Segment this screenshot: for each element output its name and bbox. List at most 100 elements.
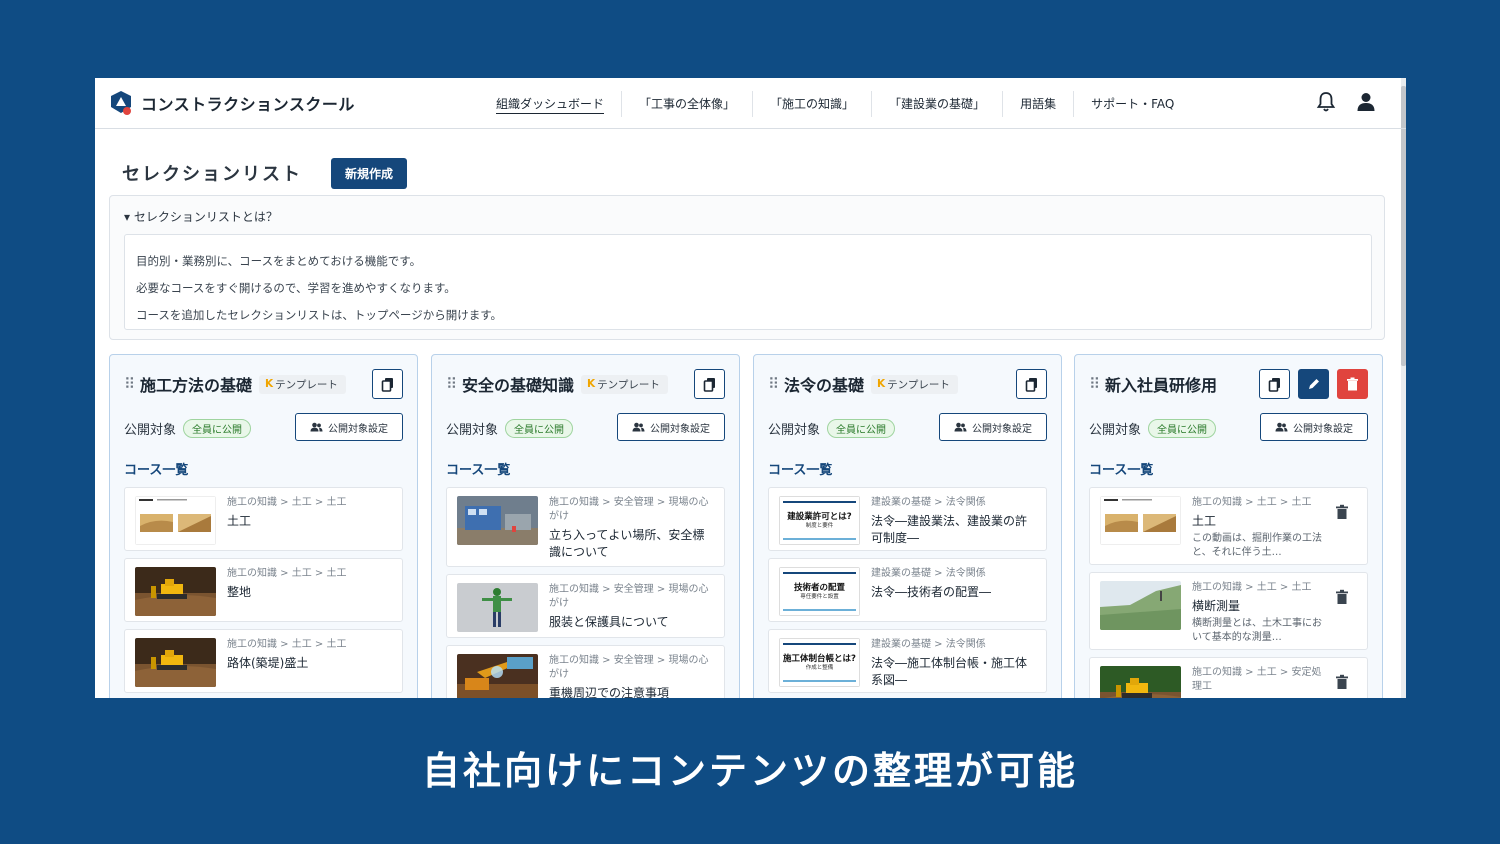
course-breadcrumb: 施工の知識 > 安全管理 > 現場の心がけ (549, 655, 709, 680)
remove-course-icon[interactable] (1335, 504, 1349, 520)
course-item[interactable]: 施工体制台帳とは? 作成と整備 建設業の基礎 > 法令関係 法令―施工体制台帳・施工体… (768, 629, 1047, 693)
nav-glossary[interactable]: 用語集 (1003, 90, 1075, 117)
course-thumbnail (135, 567, 216, 616)
visibility-label: 公開対象 (1089, 422, 1142, 438)
copy-icon (1025, 377, 1037, 392)
delete-list-button[interactable] (1337, 369, 1368, 399)
user-icon[interactable] (1356, 91, 1376, 113)
visibility-row: 公開対象 全員に公開 公開対象設定 (110, 413, 417, 443)
card-actions (694, 369, 725, 399)
card-title: 法令の基礎 (784, 376, 865, 395)
course-breadcrumb: 施工の知識 > 安全管理 > 現場の心がけ (549, 584, 709, 609)
course-thumbnail (457, 654, 538, 698)
card-actions (1259, 369, 1368, 399)
thumb-subtitle: 制度と要件 (805, 523, 834, 529)
course-breadcrumb: 施工の知識 > 土工 > 土工 (227, 568, 347, 579)
caption: 自社向けにコンテンツの整理が可能 (421, 749, 1078, 793)
visibility-label: 公開対象 (124, 422, 177, 438)
selection-card: ⠿ 施工方法の基礎 K テンプレート 公開対象 全員に公開 公開対象設定 コース一覧 施工の知識… (109, 354, 418, 698)
visibility-settings-button[interactable]: 公開対象設定 (1260, 413, 1368, 441)
brand[interactable]: コンストラクションスクール (109, 90, 489, 116)
copy-icon (1268, 377, 1280, 392)
course-title: 土工 (1192, 514, 1217, 528)
course-text: 施工の知識 > 安全管理 > 現場の心がけ 重機周辺での注意事項 (549, 654, 716, 698)
visibility-settings-button[interactable]: 公開対象設定 (617, 413, 725, 441)
course-breadcrumb: 施工の知識 > 土工 > 土工 (227, 639, 347, 650)
course-thumbnail (457, 496, 538, 545)
course-item[interactable]: 施工の知識 > 安全管理 > 現場の心がけ 重機周辺での注意事項 (446, 645, 725, 698)
course-thumbnail: 施工体制台帳とは? 作成と整備 (779, 638, 860, 687)
copy-list-button[interactable] (694, 369, 725, 399)
thumb-subtitle: 作成と整備 (805, 665, 834, 671)
bell-icon[interactable] (1316, 91, 1336, 113)
nav-org-dashboard[interactable]: 組織ダッシュボード (479, 90, 623, 117)
nav-label: サポート・FAQ (1091, 96, 1175, 111)
new-list-button[interactable]: 新規作成 (331, 157, 407, 189)
course-text: 施工の知識 > 土工 > 土工 路体(築堤)盛土 (227, 638, 394, 684)
template-k-icon: K (587, 378, 596, 390)
visibility-settings-label: 公開対象設定 (972, 423, 1032, 435)
course-thumbnail (1100, 581, 1181, 630)
public-badge: 全員に公開 (827, 418, 896, 438)
nav-industry-basics[interactable]: 「建設業の基礎」 (872, 90, 1004, 117)
course-thumbnail (457, 583, 538, 632)
course-item[interactable]: 施工の知識 > 安全管理 > 現場の心がけ 服装と保護具について (446, 574, 725, 638)
template-k-icon: K (877, 378, 886, 390)
visibility-settings-button[interactable]: 公開対象設定 (939, 413, 1047, 441)
card-title: 新入社員研修用 (1105, 376, 1218, 395)
card-actions (1016, 369, 1047, 399)
details-line: コースを追加したセレクションリストは、トップページから開けます。 (136, 308, 503, 322)
course-item[interactable]: 施工の知識 > 土工 > 安定処理工安定処理工(スタビラ… (1089, 657, 1368, 698)
nav-construction-knowledge[interactable]: 「施工の知識」 (753, 90, 873, 117)
course-text: 施工の知識 > 土工 > 土工 土工 (227, 496, 394, 542)
course-item[interactable]: 施工の知識 > 土工 > 土工 土工 この動画は、掘削作業の工法と、それに伴う土… (1089, 487, 1368, 565)
course-breadcrumb: 施工の知識 > 土工 > 安定処理工 (1192, 667, 1322, 692)
visibility-settings-label: 公開対象設定 (328, 423, 388, 435)
remove-course-icon[interactable] (1335, 589, 1349, 605)
visibility-settings-label: 公開対象設定 (650, 423, 710, 435)
course-description: この動画は、掘削作業の工法と、それに伴う土… (1192, 533, 1322, 558)
drag-handle-icon[interactable]: ⠿ (768, 375, 779, 393)
course-item[interactable]: 施工の知識 > 土工 > 土工 土工 (124, 487, 403, 551)
copy-list-button[interactable] (1016, 369, 1047, 399)
scrollbar[interactable] (1401, 78, 1406, 698)
course-title: 立ち入ってよい場所、安全標識について (549, 528, 705, 559)
visibility-label: 公開対象 (446, 422, 499, 438)
course-item[interactable]: 施工の知識 > 安全管理 > 現場の心がけ 立ち入ってよい場所、安全標識について (446, 487, 725, 567)
copy-list-button[interactable] (1259, 369, 1290, 399)
course-breadcrumb: 施工の知識 > 土工 > 土工 (227, 497, 347, 508)
details-line: 必要なコースをすぐ開けるので、学習を進めやすくなります。 (136, 281, 456, 295)
visibility-row: 公開対象 全員に公開 公開対象設定 (754, 413, 1061, 443)
course-text: 建設業の基礎 > 法令関係 法令―建設業法、建設業の許可制度― (871, 496, 1038, 545)
visibility-settings-button[interactable]: 公開対象設定 (295, 413, 403, 441)
drag-handle-icon[interactable]: ⠿ (1089, 375, 1100, 393)
course-item[interactable]: 施工の知識 > 土工 > 土工 横断測量 横断測量とは、土木工事において基本的な測量… (1089, 572, 1368, 650)
template-badge: K テンプレート (871, 374, 958, 394)
template-k-icon: K (265, 378, 274, 390)
nav-construction-overview[interactable]: 「工事の全体像」 (622, 90, 754, 117)
edit-list-button[interactable] (1298, 369, 1329, 399)
public-badge: 全員に公開 (1148, 418, 1217, 438)
nav-support-faq[interactable]: サポート・FAQ (1074, 91, 1191, 117)
course-list-label: コース一覧 (124, 463, 189, 478)
course-title: 法令―技術者の配置― (871, 585, 992, 599)
remove-course-icon[interactable] (1335, 674, 1349, 690)
course-list-label: コース一覧 (1089, 463, 1154, 478)
top-header: コンストラクションスクール 組織ダッシュボード 「工事の全体像」 「施工の知識」… (95, 78, 1406, 129)
drag-handle-icon[interactable]: ⠿ (446, 375, 457, 393)
course-item[interactable]: 建設業許可とは? 制度と要件 建設業の基礎 > 法令関係 法令―建設業法、建設業の許可… (768, 487, 1047, 551)
course-item[interactable]: 技術者の配置 専任要件と設置 建設業の基礎 > 法令関係 法令―技術者の配置― (768, 558, 1047, 622)
course-item[interactable]: 施工の知識 > 土工 > 土工 整地 (124, 558, 403, 622)
course-thumbnail: 建設業許可とは? 制度と要件 (779, 496, 860, 545)
delete-icon (1347, 377, 1358, 391)
details-summary[interactable]: ▾ セレクションリストとは？ (110, 196, 1384, 234)
course-text: 施工の知識 > 土工 > 土工 整地 (227, 567, 394, 613)
selection-card: ⠿ 新入社員研修用公開対象 全員に公開 公開対象設定コース一覧施工の知識 > 土工 >… (1074, 354, 1383, 698)
copy-list-button[interactable] (372, 369, 403, 399)
course-text: 施工の知識 > 安全管理 > 現場の心がけ 服装と保護具について (549, 583, 716, 629)
course-item[interactable]: 施工の知識 > 土工 > 土工 路体(築堤)盛土 (124, 629, 403, 693)
course-thumbnail: 技術者の配置 専任要件と設置 (779, 567, 860, 616)
nav-label: 「工事の全体像」 (639, 96, 736, 111)
card-header: ⠿ 新入社員研修用 (1075, 355, 1382, 413)
drag-handle-icon[interactable]: ⠿ (124, 375, 135, 393)
